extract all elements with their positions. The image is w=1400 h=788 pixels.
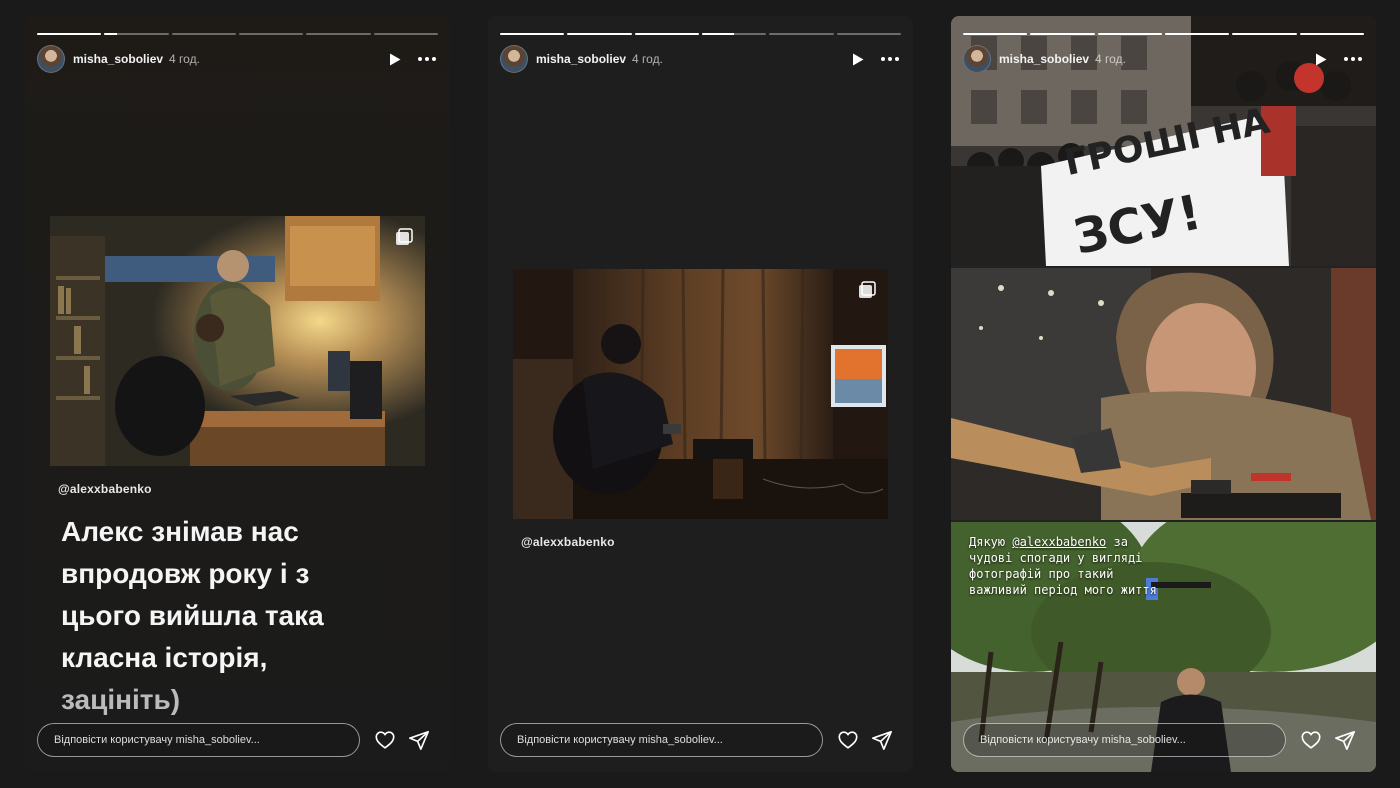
progress-fill [104,33,118,35]
photo-soldering-drone[interactable] [951,268,1376,520]
progress-fill [37,33,102,35]
progress-segment[interactable] [1097,33,1162,35]
reply-bar: Відповісти користувачу misha_soboliev... [37,722,438,758]
send-icon[interactable] [1334,729,1356,751]
avatar[interactable] [37,45,65,73]
caption-text: Алекс знімав нас впродовж року і з цього… [61,516,324,673]
thanks-text: Дякую @alexxbabenko за чудові спогади у … [969,534,1169,598]
play-icon[interactable] [388,52,402,66]
reply-input[interactable]: Відповісти користувачу misha_soboliev... [963,723,1286,757]
progress-segment[interactable] [104,33,169,35]
progress-segment[interactable] [1299,33,1364,35]
progress-fill [567,33,632,35]
progress-segment[interactable] [701,33,767,35]
more-icon[interactable] [416,52,438,66]
post-time: 4 год. [169,52,200,66]
send-icon[interactable] [408,729,430,751]
username[interactable]: misha_soboliev [536,52,626,66]
heart-icon[interactable] [1300,729,1322,751]
progress-segment[interactable] [171,33,236,35]
progress-fill [1030,33,1095,35]
username[interactable]: misha_soboliev [999,52,1089,66]
thanks-mention[interactable]: @alexxbabenko [1012,535,1106,549]
story-caption: Алекс знімав нас впродовж року і з цього… [61,511,391,721]
heart-icon[interactable] [837,729,859,751]
reply-bar: Відповісти користувачу misha_soboliev... [963,722,1364,758]
story-header: misha_soboliev 4 год. [37,44,438,74]
mention-tag[interactable]: @alexxbabenko [521,535,615,549]
post-time: 4 год. [632,52,663,66]
story-progress-bar [500,33,901,35]
reply-bar: Відповісти користувачу misha_soboliev... [500,722,901,758]
story-progress-bar [37,33,438,35]
story-card-3[interactable]: ГРОШІ НА ЗСУ! Дякую @alexxbabenko за чуд… [951,16,1376,772]
progress-segment[interactable] [1164,33,1230,35]
story-card-2[interactable]: misha_soboliev 4 год. @alexxbabenko Відп… [488,16,913,772]
play-icon[interactable] [851,52,865,66]
avatar[interactable] [500,45,528,73]
avatar[interactable] [963,45,991,73]
more-icon[interactable] [1342,52,1364,66]
mention-tag[interactable]: @alexxbabenko [58,482,152,496]
play-icon[interactable] [1314,52,1328,66]
progress-segment[interactable] [1232,33,1297,35]
multi-photo-icon [859,281,876,298]
photo-fpv-goggles-room[interactable] [513,269,888,519]
more-icon[interactable] [879,52,901,66]
progress-segment[interactable] [373,33,438,35]
photo-drone-workshop[interactable] [50,216,425,466]
thanks-prefix: Дякую [969,535,1013,549]
heart-icon[interactable] [374,729,396,751]
progress-fill [1164,33,1230,35]
reply-input[interactable]: Відповісти користувачу misha_soboliev... [37,723,360,757]
story-card-1[interactable]: misha_soboliev 4 год. @alexxbabenko Алек… [25,16,450,772]
progress-segment[interactable] [500,33,565,35]
progress-fill [500,33,565,35]
story-header: misha_soboliev 4 год. [963,44,1364,74]
story-header: misha_soboliev 4 год. [500,44,901,74]
multi-photo-icon [396,228,413,245]
caption-text-faded: зацініть) [61,684,181,715]
progress-segment[interactable] [769,33,834,35]
send-icon[interactable] [871,729,893,751]
progress-segment[interactable] [567,33,632,35]
progress-segment[interactable] [836,33,901,35]
progress-fill [963,33,1028,35]
progress-segment[interactable] [634,33,699,35]
username[interactable]: misha_soboliev [73,52,163,66]
post-time: 4 год. [1095,52,1126,66]
progress-fill [1299,33,1364,35]
progress-fill [1097,33,1162,35]
progress-segment[interactable] [1030,33,1095,35]
story-progress-bar [963,33,1364,35]
progress-segment[interactable] [306,33,371,35]
progress-segment[interactable] [963,33,1028,35]
progress-segment[interactable] [37,33,102,35]
reply-input[interactable]: Відповісти користувачу misha_soboliev... [500,723,823,757]
progress-fill [634,33,699,35]
progress-fill [1232,33,1297,35]
progress-segment[interactable] [238,33,304,35]
progress-fill [701,33,735,35]
